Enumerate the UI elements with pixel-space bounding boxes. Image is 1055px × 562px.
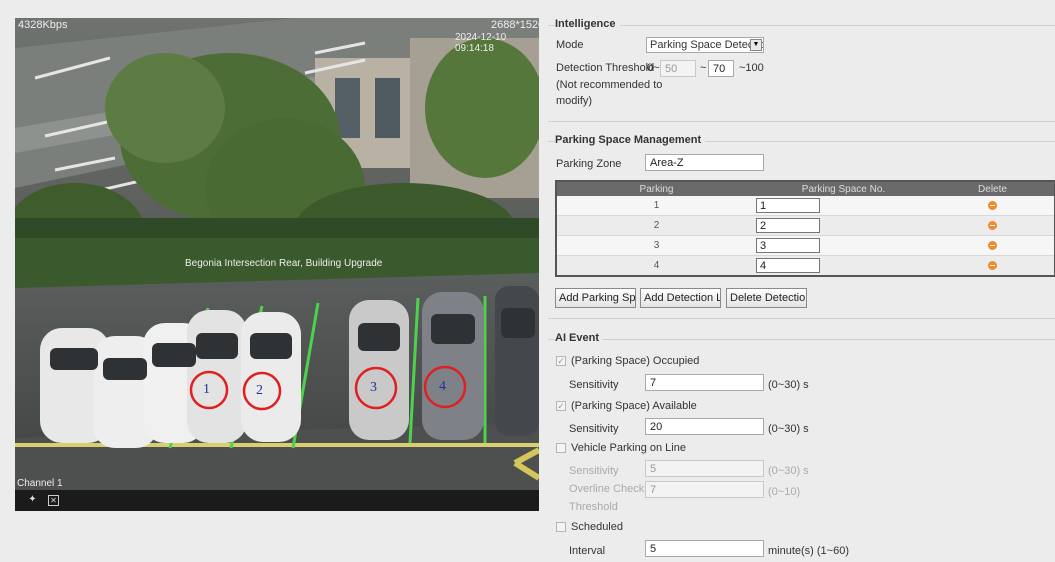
space-label-3: 3 bbox=[370, 380, 377, 395]
threshold-label: Detection Threshold bbox=[556, 62, 655, 74]
intelligence-title: Intelligence bbox=[555, 18, 620, 30]
ai-event-divider bbox=[548, 339, 1055, 340]
parking-space-table: Parking Parking Space No. Delete 1 1 2 2… bbox=[555, 180, 1055, 277]
table-row: 3 3 bbox=[556, 235, 1055, 256]
available-checkbox[interactable]: ✓ bbox=[556, 401, 566, 411]
interval-unit: minute(s) (1~60) bbox=[768, 545, 850, 557]
ai-event-title: AI Event bbox=[555, 332, 604, 344]
column-header-space-no: Parking Space No. bbox=[756, 181, 931, 196]
delete-detection-line-button[interactable]: Delete Detection Li bbox=[726, 288, 807, 308]
occupied-sensitivity-label: Sensitivity bbox=[569, 379, 619, 391]
online-sensitivity-range: (0~30) s bbox=[768, 465, 809, 477]
space-label-2: 2 bbox=[256, 383, 263, 398]
online-sensitivity-label: Sensitivity bbox=[569, 465, 619, 477]
parking-zone-label: Parking Zone bbox=[556, 158, 622, 170]
available-sensitivity-input[interactable]: 20 bbox=[645, 418, 764, 435]
add-detection-line-button[interactable]: Add Detection Line bbox=[640, 288, 721, 308]
available-label: (Parking Space) Available bbox=[571, 400, 697, 412]
delete-icon[interactable] bbox=[988, 240, 997, 250]
delete-icon[interactable] bbox=[988, 220, 997, 230]
parking-cell: 4 bbox=[556, 255, 756, 277]
overline-range: (0~10) bbox=[768, 486, 801, 498]
column-header-parking: Parking bbox=[556, 181, 756, 196]
scene-overlay-text: Begonia Intersection Rear, Building Upgr… bbox=[185, 258, 383, 269]
overline-label-line2: Threshold bbox=[569, 501, 618, 513]
mode-select[interactable]: Parking Space Detectio ▼ bbox=[646, 37, 764, 53]
occupied-sensitivity-input[interactable]: 7 bbox=[645, 374, 764, 391]
parking-top-divider bbox=[548, 121, 1055, 122]
space-no-input[interactable]: 3 bbox=[756, 238, 820, 253]
scheduled-checkbox[interactable] bbox=[556, 522, 566, 532]
space-label-1: 1 bbox=[203, 382, 210, 397]
threshold-note-line1: (Not recommended to bbox=[556, 79, 663, 91]
threshold-note-line2: modify) bbox=[556, 95, 593, 107]
delete-icon[interactable] bbox=[988, 200, 997, 210]
interval-label: Interval bbox=[569, 545, 606, 557]
parking-cell: 1 bbox=[556, 196, 756, 216]
threshold-max-suffix: ~100 bbox=[739, 62, 764, 74]
space-no-input[interactable]: 1 bbox=[756, 198, 820, 213]
online-label: Vehicle Parking on Line bbox=[571, 442, 686, 454]
mode-select-value: Parking Space Detectio bbox=[650, 39, 764, 51]
table-header-row: Parking Parking Space No. Delete bbox=[556, 181, 1055, 196]
column-header-delete: Delete bbox=[931, 181, 1055, 196]
threshold-separator: ~ bbox=[700, 62, 707, 74]
threshold-min-input[interactable]: 50 bbox=[660, 60, 696, 77]
resolution-osd: 2688*1520 bbox=[491, 19, 539, 31]
video-toolbar: ✦ ✕ bbox=[15, 490, 539, 511]
overline-label-line1: Overline Check bbox=[569, 483, 645, 495]
threshold-max-input[interactable]: 70 bbox=[708, 60, 734, 77]
overline-threshold-input[interactable]: 7 bbox=[645, 481, 764, 498]
online-checkbox[interactable] bbox=[556, 443, 566, 453]
table-row: 4 4 bbox=[556, 255, 1055, 277]
fit-window-icon[interactable]: ✦ bbox=[25, 493, 40, 506]
video-preview[interactable]: 4328Kbps 2688*1520 2024-12-10 09:14:18 B… bbox=[15, 18, 539, 511]
occupied-label: (Parking Space) Occupied bbox=[571, 355, 700, 367]
online-sensitivity-input[interactable]: 5 bbox=[645, 460, 764, 477]
bitrate-osd: 4328Kbps bbox=[18, 19, 68, 31]
space-label-4: 4 bbox=[439, 379, 446, 394]
fullscreen-icon[interactable]: ✕ bbox=[48, 495, 59, 506]
occupied-checkbox[interactable]: ✓ bbox=[556, 356, 566, 366]
parking-zone-input[interactable]: Area-Z bbox=[645, 154, 764, 171]
available-range: (0~30) s bbox=[768, 423, 809, 435]
table-row: 1 1 bbox=[556, 196, 1055, 216]
intelligence-divider bbox=[548, 25, 1055, 26]
threshold-min-prefix: 0~ bbox=[647, 62, 660, 74]
scheduled-label: Scheduled bbox=[571, 521, 623, 533]
space-no-input[interactable]: 4 bbox=[756, 258, 820, 273]
space-no-input[interactable]: 2 bbox=[756, 218, 820, 233]
timestamp-osd: 2024-12-10 09:14:18 bbox=[455, 32, 507, 54]
occupied-range: (0~30) s bbox=[768, 379, 809, 391]
table-row: 2 2 bbox=[556, 215, 1055, 236]
available-sensitivity-label: Sensitivity bbox=[569, 423, 619, 435]
parking-cell: 3 bbox=[556, 235, 756, 256]
mode-label: Mode bbox=[556, 39, 584, 51]
add-parking-space-button[interactable]: Add Parking Space bbox=[555, 288, 636, 308]
chevron-down-icon: ▼ bbox=[750, 39, 762, 51]
camera-scene: 4328Kbps 2688*1520 2024-12-10 09:14:18 B… bbox=[15, 18, 539, 490]
parking-cell: 2 bbox=[556, 215, 756, 236]
interval-input[interactable]: 5 bbox=[645, 540, 764, 557]
ai-event-top-divider bbox=[548, 318, 1055, 319]
delete-icon[interactable] bbox=[988, 260, 997, 270]
channel-osd: Channel 1 bbox=[17, 478, 63, 489]
parking-title: Parking Space Management bbox=[555, 134, 706, 146]
